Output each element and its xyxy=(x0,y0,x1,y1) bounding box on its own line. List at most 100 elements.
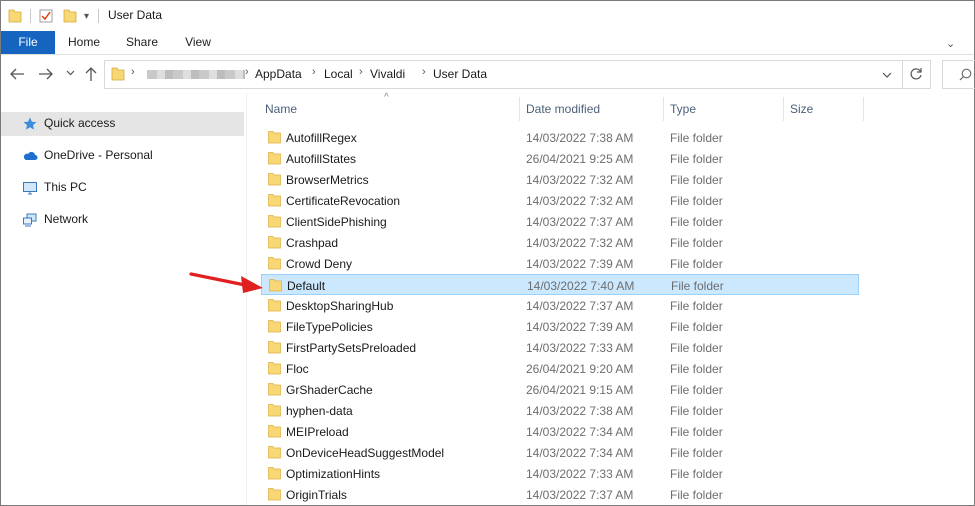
tab-file[interactable]: File xyxy=(1,31,55,54)
column-divider[interactable] xyxy=(519,97,520,121)
file-row[interactable]: MEIPreload 14/03/2022 7:34 AM File folder xyxy=(261,421,859,442)
file-name: Default xyxy=(287,279,326,293)
file-name: AutofillStates xyxy=(286,152,357,166)
file-date-modified: 14/03/2022 7:32 AM xyxy=(526,173,634,187)
file-name: ClientSidePhishing xyxy=(286,215,387,229)
folder-icon xyxy=(268,341,281,354)
navigation-pane: Quick access OneDrive - Personal This PC… xyxy=(1,93,247,505)
column-divider[interactable] xyxy=(663,97,664,121)
folder-icon xyxy=(268,131,281,144)
properties-icon[interactable] xyxy=(39,8,53,23)
file-date-modified: 14/03/2022 7:32 AM xyxy=(526,194,634,208)
file-row[interactable]: FileTypePolicies 14/03/2022 7:39 AM File f… xyxy=(261,316,859,337)
file-date-modified: 14/03/2022 7:37 AM xyxy=(526,215,634,229)
file-type: File folder xyxy=(670,131,723,145)
file-type: File folder xyxy=(670,467,723,481)
address-dropdown-icon[interactable] xyxy=(882,72,892,78)
breadcrumb-separator-icon[interactable]: › xyxy=(312,66,316,78)
file-row[interactable]: hyphen-data 14/03/2022 7:38 AM File folder xyxy=(261,400,859,421)
file-row[interactable]: Floc 26/04/2021 9:20 AM File folder xyxy=(261,358,859,379)
file-row[interactable]: AutofillRegex 14/03/2022 7:38 AM File fold… xyxy=(261,127,859,148)
file-row[interactable]: Crowd Deny 14/03/2022 7:39 AM File folder xyxy=(261,253,859,274)
column-header-date[interactable]: Date modified xyxy=(526,102,600,116)
file-date-modified: 14/03/2022 7:34 AM xyxy=(526,446,634,460)
file-row[interactable]: OptimizationHints 14/03/2022 7:33 AM File … xyxy=(261,463,859,484)
address-bar[interactable]: › › AppData › Local › Vivaldi › User Dat… xyxy=(104,60,903,89)
search-icon xyxy=(959,68,972,81)
file-date-modified: 14/03/2022 7:40 AM xyxy=(527,279,635,293)
file-type: File folder xyxy=(671,279,724,293)
up-icon[interactable] xyxy=(84,66,98,82)
refresh-button[interactable] xyxy=(902,60,931,89)
recent-locations-icon[interactable] xyxy=(66,70,75,76)
file-name: Floc xyxy=(286,362,309,376)
forward-icon[interactable] xyxy=(38,67,54,81)
nav-item-quick-access[interactable]: Quick access xyxy=(1,112,244,136)
tab-share[interactable]: Share xyxy=(119,31,165,54)
breadcrumb-separator-icon[interactable]: › xyxy=(422,66,426,78)
tab-home[interactable]: Home xyxy=(61,31,107,54)
file-name: OriginTrials xyxy=(286,488,347,502)
nav-item-this-pc[interactable]: This PC xyxy=(1,176,244,200)
file-row[interactable]: GrShaderCache 26/04/2021 9:15 AM File fold… xyxy=(261,379,859,400)
column-header-size[interactable]: Size xyxy=(790,102,813,116)
folder-icon xyxy=(268,467,281,480)
file-row[interactable]: Default 14/03/2022 7:40 AM File folder xyxy=(261,274,859,295)
column-header-name[interactable]: Name xyxy=(265,102,297,116)
breadcrumb-separator-icon[interactable]: › xyxy=(359,66,363,78)
file-row[interactable]: ClientSidePhishing 14/03/2022 7:37 AM File… xyxy=(261,211,859,232)
folder-icon xyxy=(268,404,281,417)
file-name: FileTypePolicies xyxy=(286,320,373,334)
file-name: BrowserMetrics xyxy=(286,173,369,187)
nav-item-network[interactable]: Network xyxy=(1,208,244,232)
file-date-modified: 26/04/2021 9:25 AM xyxy=(526,152,634,166)
file-row[interactable]: FirstPartySetsPreloaded 14/03/2022 7:33 A… xyxy=(261,337,859,358)
file-type: File folder xyxy=(670,446,723,460)
folder-icon xyxy=(268,152,281,165)
folder-icon xyxy=(268,425,281,438)
breadcrumb-user-data[interactable]: User Data xyxy=(433,67,487,81)
file-row[interactable]: DesktopSharingHub 14/03/2022 7:37 AM File … xyxy=(261,295,859,316)
file-type: File folder xyxy=(670,404,723,418)
file-row[interactable]: Crashpad 14/03/2022 7:32 AM File folder xyxy=(261,232,859,253)
refresh-icon xyxy=(910,68,922,80)
column-divider[interactable] xyxy=(863,97,864,121)
customize-toolbar-icon[interactable]: ▾ xyxy=(84,9,89,25)
breadcrumb-vivaldi[interactable]: Vivaldi xyxy=(370,67,405,81)
nav-item-onedrive[interactable]: OneDrive - Personal xyxy=(1,144,244,168)
back-icon[interactable] xyxy=(9,67,25,81)
file-row[interactable]: BrowserMetrics 14/03/2022 7:32 AM File fol… xyxy=(261,169,859,190)
expand-ribbon-icon[interactable]: ⌄ xyxy=(946,36,955,52)
file-date-modified: 14/03/2022 7:39 AM xyxy=(526,257,634,271)
nav-item-label: Network xyxy=(44,212,89,226)
file-row[interactable]: AutofillStates 26/04/2021 9:25 AM File fol… xyxy=(261,148,859,169)
file-type: File folder xyxy=(670,320,723,334)
tab-view[interactable]: View xyxy=(176,31,220,54)
file-date-modified: 14/03/2022 7:33 AM xyxy=(526,467,634,481)
file-type: File folder xyxy=(670,257,723,271)
toolbar-separator xyxy=(98,9,99,23)
breadcrumb-separator-icon[interactable]: › xyxy=(245,66,249,78)
breadcrumb-local[interactable]: Local xyxy=(324,67,353,81)
file-name: OnDeviceHeadSuggestModel xyxy=(286,446,445,460)
file-row[interactable]: CertificateRevocation 14/03/2022 7:32 AM F… xyxy=(261,190,859,211)
folder-icon xyxy=(268,320,281,333)
column-divider[interactable] xyxy=(783,97,784,121)
file-name: hyphen-data xyxy=(286,404,353,418)
file-row[interactable]: OnDeviceHeadSuggestModel 14/03/2022 7:34 … xyxy=(261,442,859,463)
search-box[interactable] xyxy=(942,60,975,89)
file-name: FirstPartySetsPreloaded xyxy=(286,341,417,355)
breadcrumb-appdata[interactable]: AppData xyxy=(255,67,302,81)
folder-icon xyxy=(268,194,281,207)
new-folder-icon[interactable] xyxy=(63,8,77,23)
nav-item-label: This PC xyxy=(44,180,87,194)
file-name: CertificateRevocation xyxy=(286,194,401,208)
folder-icon[interactable] xyxy=(8,8,22,23)
folder-icon xyxy=(268,173,281,186)
breadcrumb-separator-icon[interactable]: › xyxy=(131,66,135,78)
file-row[interactable]: OriginTrials 14/03/2022 7:37 AM File folde… xyxy=(261,484,859,505)
file-name: Crowd Deny xyxy=(286,257,353,271)
file-name: MEIPreload xyxy=(286,425,349,439)
address-row: › › AppData › Local › Vivaldi › User Dat… xyxy=(1,55,975,93)
column-header-type[interactable]: Type xyxy=(670,102,696,116)
